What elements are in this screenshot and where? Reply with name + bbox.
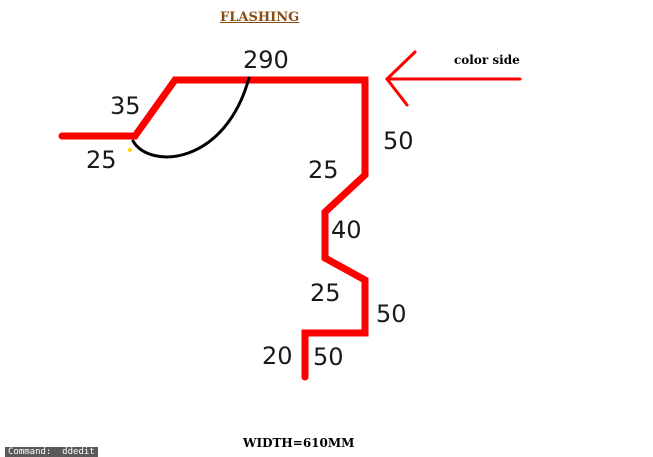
dimension-step-in: 25 (308, 156, 339, 184)
dimension-right-drop: 50 (383, 127, 414, 155)
dimension-step-out: 25 (310, 279, 341, 307)
dimension-slope: 35 (110, 92, 141, 120)
flashing-profile-line (58, 76, 369, 381)
dimension-lip: 25 (86, 146, 117, 174)
dimension-bottom-return: 20 (262, 342, 293, 370)
dimension-middle: 40 (331, 216, 362, 244)
arc-end-marker (128, 148, 132, 152)
command-line[interactable]: Command: ddedit (5, 447, 98, 457)
color-side-label: color side (454, 53, 520, 67)
drawing-title: FLASHING (220, 10, 300, 25)
dimension-top: 290 (243, 46, 289, 74)
dimension-lower-drop: 50 (376, 300, 407, 328)
width-label: WIDTH=610MM (243, 436, 355, 450)
flashing-drawing (58, 50, 522, 381)
dimension-bottom-leg: 50 (313, 343, 344, 371)
